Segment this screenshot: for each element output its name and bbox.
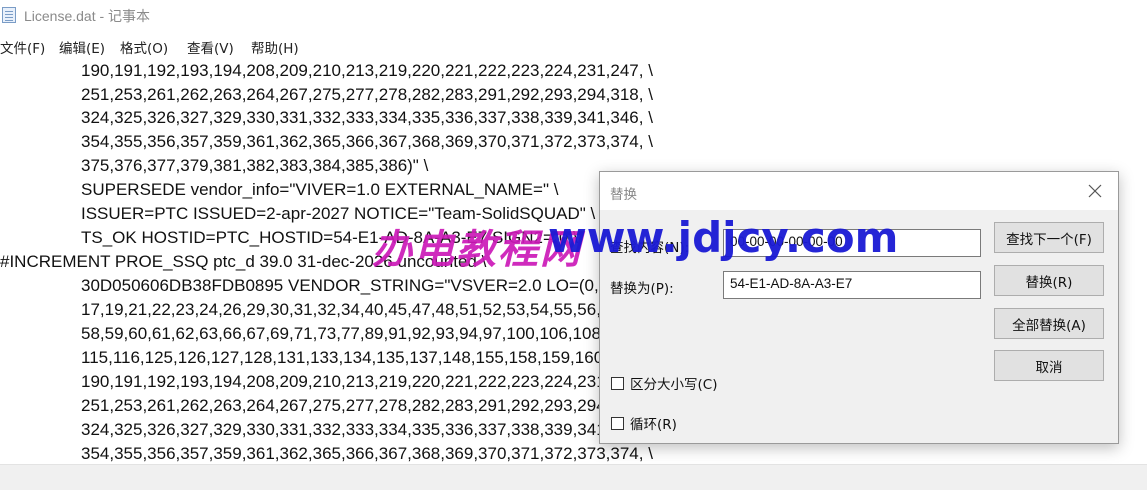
replace-input[interactable]: 54-E1-AD-8A-A3-E7 bbox=[723, 271, 981, 299]
notepad-icon bbox=[2, 7, 16, 23]
cancel-button[interactable]: 取消 bbox=[994, 350, 1104, 381]
editor-line: 190,191,192,193,194,208,209,210,213,219,… bbox=[81, 61, 653, 80]
title-bar: License.dat - 记事本 bbox=[0, 0, 1147, 32]
editor-line: 251,253,261,262,263,264,267,275,277,278,… bbox=[81, 396, 653, 415]
editor-line: 115,116,125,126,127,128,131,133,134,135,… bbox=[81, 348, 618, 367]
editor-line: 251,253,261,262,263,264,267,275,277,278,… bbox=[81, 85, 653, 104]
editor-line: 324,325,326,327,329,330,331,332,333,334,… bbox=[81, 420, 653, 439]
match-case-option[interactable]: 区分大小写(C) bbox=[611, 373, 717, 393]
editor-line: 354,355,356,357,359,361,362,365,366,367,… bbox=[81, 444, 653, 463]
editor-line: 354,355,356,357,359,361,362,365,366,367,… bbox=[81, 132, 653, 151]
wrap-around-option[interactable]: 循环(R) bbox=[611, 413, 677, 433]
menu-file[interactable]: 文件(F) bbox=[0, 37, 45, 57]
replace-dialog: 替换 查找内容(N): 00-00-00-00-00-00 替换为(P): 54… bbox=[599, 171, 1119, 444]
replace-button[interactable]: 替换(R) bbox=[994, 265, 1104, 296]
replace-label: 替换为(P): bbox=[610, 281, 674, 297]
editor-line: TS_OK HOSTID=PTC_HOSTID=54-E1-AD-8A-A3-E… bbox=[81, 228, 578, 247]
find-input[interactable]: 00-00-00-00-00-00 bbox=[723, 229, 981, 257]
editor-line: #INCREMENT PROE_SSQ ptc_d 39.0 31-dec-20… bbox=[0, 252, 487, 271]
menu-view[interactable]: 查看(V) bbox=[187, 37, 234, 57]
dialog-title: 替换 bbox=[610, 187, 637, 203]
replace-all-button[interactable]: 全部替换(A) bbox=[994, 308, 1104, 339]
find-next-button[interactable]: 查找下一个(F) bbox=[994, 222, 1104, 253]
menu-help[interactable]: 帮助(H) bbox=[251, 37, 299, 57]
editor-line: 190,191,192,193,194,208,209,210,213,219,… bbox=[81, 372, 653, 391]
editor-line: 375,376,377,379,381,382,383,384,385,386)… bbox=[81, 156, 429, 175]
window-title: License.dat - 记事本 bbox=[24, 8, 151, 24]
close-icon bbox=[1088, 184, 1102, 198]
menu-edit[interactable]: 编辑(E) bbox=[59, 37, 105, 57]
status-bar bbox=[0, 464, 1147, 490]
match-case-label: 区分大小写(C) bbox=[630, 377, 718, 393]
close-button[interactable] bbox=[1072, 172, 1118, 210]
editor-line: SUPERSEDE vendor_info="VIVER=1.0 EXTERNA… bbox=[81, 180, 559, 199]
wrap-around-label: 循环(R) bbox=[630, 417, 677, 433]
find-label: 查找内容(N): bbox=[610, 240, 690, 256]
wrap-around-checkbox[interactable] bbox=[611, 416, 624, 430]
editor-line: ISSUER=PTC ISSUED=2-apr-2027 NOTICE="Tea… bbox=[81, 204, 596, 223]
menu-format[interactable]: 格式(O) bbox=[120, 37, 168, 57]
match-case-checkbox[interactable] bbox=[611, 376, 624, 390]
editor-line: 324,325,326,327,329,330,331,332,333,334,… bbox=[81, 108, 653, 127]
editor-line: 17,19,21,22,23,24,26,29,30,31,32,34,40,4… bbox=[81, 300, 611, 319]
dialog-title-bar[interactable]: 替换 bbox=[600, 172, 1118, 210]
editor-line: 58,59,60,61,62,63,66,67,69,71,73,77,89,9… bbox=[81, 324, 616, 343]
menu-bar: 文件(F) 编辑(E) 格式(O) 查看(V) 帮助(H) bbox=[0, 35, 1147, 57]
